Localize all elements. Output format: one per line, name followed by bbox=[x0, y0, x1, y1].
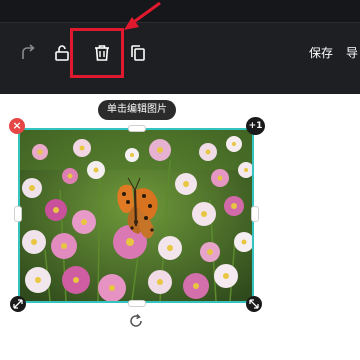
copy-button[interactable] bbox=[124, 39, 152, 67]
edit-image-tooltip: 单击编辑图片 bbox=[98, 100, 176, 120]
diagonal-arrow-icon bbox=[13, 299, 23, 309]
butterfly-flower-photo bbox=[20, 130, 252, 301]
resize-handle-bottom[interactable] bbox=[128, 300, 146, 307]
resize-handle-left[interactable] bbox=[14, 206, 22, 222]
title-strip bbox=[0, 0, 360, 23]
unlock-icon bbox=[55, 45, 69, 61]
resize-handle-top[interactable] bbox=[128, 125, 146, 132]
resize-handle-bottom-left[interactable] bbox=[10, 296, 26, 312]
redo-button[interactable] bbox=[14, 39, 42, 67]
resize-handle-bottom-right[interactable] bbox=[246, 296, 262, 312]
layer-count-badge[interactable]: +1 bbox=[246, 117, 265, 135]
editor-toolbar: 保存 导 bbox=[0, 23, 360, 89]
redo-icon bbox=[22, 44, 35, 59]
resize-handle-right[interactable] bbox=[251, 206, 259, 222]
rotate-icon bbox=[130, 313, 142, 327]
remove-image-button[interactable]: × bbox=[9, 118, 25, 134]
selected-image[interactable] bbox=[18, 128, 254, 303]
copy-icon bbox=[131, 45, 145, 61]
export-button[interactable]: 导 bbox=[346, 44, 358, 61]
diagonal-arrow-icon bbox=[249, 299, 259, 309]
save-button[interactable]: 保存 bbox=[309, 44, 333, 61]
rotate-handle[interactable] bbox=[128, 313, 144, 329]
delete-highlight-box bbox=[70, 28, 124, 78]
